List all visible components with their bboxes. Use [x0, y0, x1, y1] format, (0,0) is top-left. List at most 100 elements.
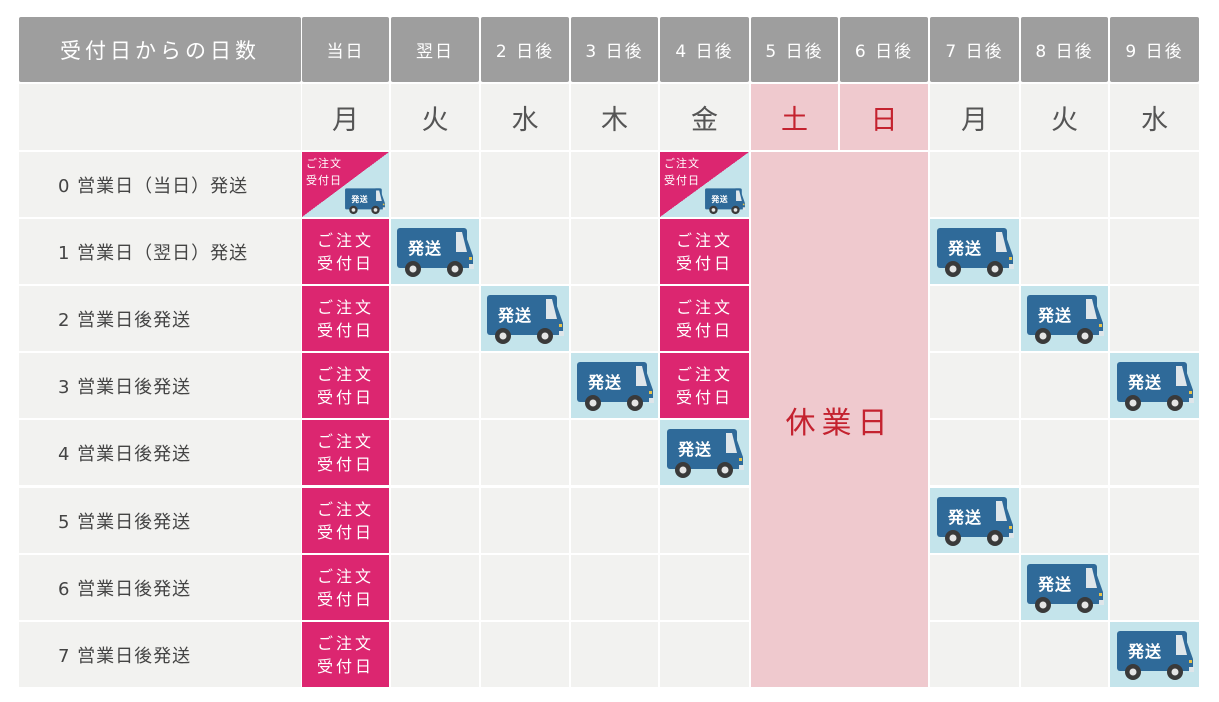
- row-label: 4 営業日後発送: [19, 420, 301, 485]
- row-label: 6 営業日後発送: [19, 555, 301, 620]
- ship-cell: 発送: [930, 488, 1019, 553]
- weekday: 火: [391, 84, 479, 150]
- empty-cell: [481, 420, 569, 485]
- ship-cell: 発送: [1021, 555, 1108, 620]
- svg-text:発送: 発送: [1126, 373, 1161, 392]
- empty-cell: [1110, 286, 1199, 351]
- empty-cell: [481, 555, 569, 620]
- order-label: ご注文 受付日: [664, 155, 700, 189]
- order-label-line2: 受付日: [316, 522, 374, 542]
- order-label-line1: ご注文: [664, 157, 700, 170]
- delivery-truck-icon: 発送: [704, 187, 746, 215]
- order-label-line2: 受付日: [316, 589, 374, 609]
- svg-text:発送: 発送: [1036, 575, 1071, 594]
- empty-cell: [930, 420, 1019, 485]
- order-label-line2: 受付日: [316, 454, 374, 474]
- same-day-order-ship-cell: ご注文受付日 発送: [302, 152, 389, 217]
- order-received-cell: ご注文 受付日: [302, 488, 389, 553]
- order-label-line2: 受付日: [675, 320, 733, 340]
- svg-text:発送: 発送: [586, 373, 621, 392]
- holiday-block: 休業日: [751, 152, 928, 687]
- order-label-line1: ご注文: [316, 566, 374, 586]
- order-label-line2: 受付日: [316, 320, 374, 340]
- order-received-cell: ご注文 受付日: [660, 219, 749, 284]
- empty-cell: [660, 488, 749, 553]
- ship-cell: 発送: [1110, 622, 1199, 687]
- order-label-line2: 受付日: [306, 174, 342, 187]
- empty-cell: [1110, 420, 1199, 485]
- svg-text:発送: 発送: [710, 194, 728, 204]
- empty-cell: [930, 622, 1019, 687]
- empty-cell: [391, 353, 479, 418]
- empty-cell: [930, 286, 1019, 351]
- empty-cell: [571, 219, 658, 284]
- weekday-holiday: 日: [840, 84, 928, 150]
- empty-cell: [1110, 219, 1199, 284]
- svg-text:発送: 発送: [350, 194, 368, 204]
- empty-cell: [660, 555, 749, 620]
- empty-cell: [571, 622, 658, 687]
- column-header: 4 日後: [660, 17, 749, 82]
- order-received-cell: ご注文 受付日: [302, 353, 389, 418]
- svg-text:発送: 発送: [946, 239, 981, 258]
- column-header: 5 日後: [751, 17, 838, 82]
- svg-text:発送: 発送: [407, 239, 442, 258]
- delivery-truck-icon: 発送: [1115, 360, 1195, 412]
- row-label: 3 営業日後発送: [19, 353, 301, 418]
- column-header: 8 日後: [1021, 17, 1108, 82]
- order-label-line1: ご注文: [306, 157, 342, 170]
- empty-cell: [391, 286, 479, 351]
- column-header: 2 日後: [481, 17, 569, 82]
- weekday: 水: [481, 84, 569, 150]
- order-label-line1: ご注文: [675, 297, 733, 317]
- ship-cell: 発送: [391, 219, 479, 284]
- empty-cell: [1021, 353, 1108, 418]
- same-day-order-ship-cell: ご注文受付日 発送: [660, 152, 749, 217]
- empty-cell: [930, 353, 1019, 418]
- column-header: 当日: [302, 17, 389, 82]
- row-label: 5 営業日後発送: [19, 488, 301, 553]
- empty-cell: [481, 152, 569, 217]
- empty-cell: [1021, 488, 1108, 553]
- empty-cell: [391, 622, 479, 687]
- empty-cell: [481, 622, 569, 687]
- delivery-truck-icon: 発送: [395, 226, 475, 278]
- empty-cell: [930, 152, 1019, 217]
- empty-cell: [481, 353, 569, 418]
- order-received-cell: ご注文 受付日: [302, 219, 389, 284]
- svg-text:発送: 発送: [946, 508, 981, 527]
- order-received-cell: ご注文 受付日: [660, 353, 749, 418]
- order-received-cell: ご注文 受付日: [302, 622, 389, 687]
- order-label-line2: 受付日: [664, 174, 700, 187]
- column-header: 翌日: [391, 17, 479, 82]
- delivery-truck-icon: 発送: [485, 293, 565, 345]
- delivery-truck-icon: 発送: [935, 495, 1015, 547]
- column-header: 7 日後: [930, 17, 1019, 82]
- order-label: ご注文 受付日: [306, 155, 342, 189]
- empty-cell: [571, 152, 658, 217]
- empty-cell: [481, 488, 569, 553]
- ship-cell: 発送: [481, 286, 569, 351]
- order-label-line2: 受付日: [675, 387, 733, 407]
- empty-cell: [391, 555, 479, 620]
- delivery-truck-icon: 発送: [935, 226, 1015, 278]
- header-title: 受付日からの日数: [19, 17, 301, 82]
- empty-cell: [930, 555, 1019, 620]
- empty-cell: [391, 152, 479, 217]
- delivery-truck-icon: 発送: [1115, 629, 1195, 681]
- order-label-line2: 受付日: [675, 253, 733, 273]
- ship-cell: 発送: [930, 219, 1019, 284]
- order-received-cell: ご注文 受付日: [302, 555, 389, 620]
- empty-cell: [1021, 152, 1108, 217]
- delivery-truck-icon: 発送: [575, 360, 655, 412]
- weekday-holiday: 土: [751, 84, 838, 150]
- order-label-line1: ご注文: [316, 297, 374, 317]
- empty-cell: [1021, 622, 1108, 687]
- ship-cell: 発送: [1110, 353, 1199, 418]
- column-header: 3 日後: [571, 17, 658, 82]
- order-received-cell: ご注文 受付日: [302, 420, 389, 485]
- order-label-line1: ご注文: [316, 364, 374, 384]
- svg-text:発送: 発送: [676, 440, 711, 459]
- ship-cell: 発送: [571, 353, 658, 418]
- empty-cell: [571, 286, 658, 351]
